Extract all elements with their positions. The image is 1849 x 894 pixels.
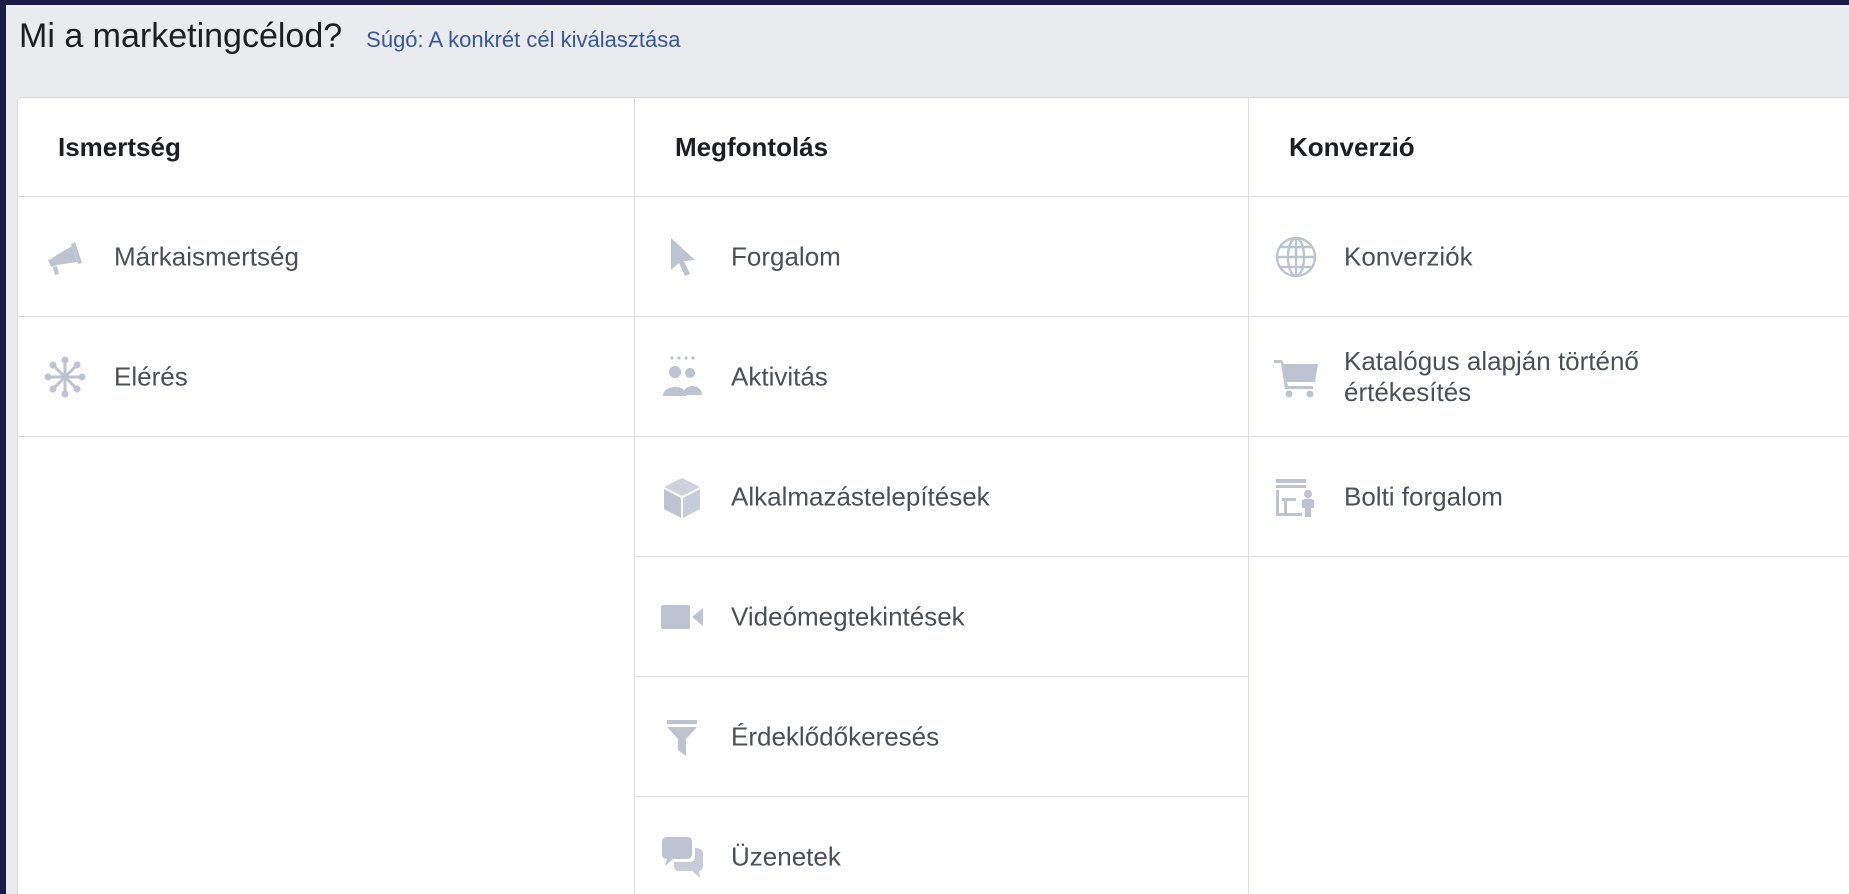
column-conversion: Konverzió Konverziók Katalógus alapján t… xyxy=(1249,98,1849,894)
column-heading-conversion: Konverzió xyxy=(1249,98,1849,197)
objective-label: Elérés xyxy=(114,361,188,391)
objective-messages[interactable]: Üzenetek xyxy=(635,797,1248,894)
objective-traffic[interactable]: Forgalom xyxy=(635,197,1248,317)
objective-label: Bolti forgalom xyxy=(1344,481,1503,511)
objective-label: Aktivitás xyxy=(731,361,828,391)
objective-label: Márkaismertség xyxy=(114,241,299,271)
objective-label: Üzenetek xyxy=(731,841,841,871)
objective-video-views[interactable]: Videómegtekintések xyxy=(635,557,1248,677)
objective-brand-awareness[interactable]: Márkaismertség xyxy=(18,197,634,317)
objective-app-installs[interactable]: Alkalmazástelepítések xyxy=(635,437,1248,557)
objective-catalog-sales[interactable]: Katalógus alapján történő értékesítés xyxy=(1249,317,1849,437)
shopping-cart-icon xyxy=(1273,354,1319,400)
header: Mi a marketingcélod? Súgó: A konkrét cél… xyxy=(19,17,680,63)
funnel-icon xyxy=(659,714,705,760)
column-heading-consideration: Megfontolás xyxy=(635,98,1248,197)
chat-bubbles-icon xyxy=(659,834,705,880)
objective-label: Videómegtekintések xyxy=(731,601,965,631)
people-icon xyxy=(659,354,705,400)
objective-label: Katalógus alapján történő értékesítés xyxy=(1344,345,1639,407)
video-camera-icon xyxy=(659,594,705,640)
box-icon xyxy=(659,474,705,520)
objective-label: Konverziók xyxy=(1344,241,1473,271)
objective-dialog: Mi a marketingcélod? Súgó: A konkrét cél… xyxy=(6,5,1849,894)
page-title: Mi a marketingcélod? xyxy=(19,17,343,55)
column-awareness: Ismertség Márkaismertség Elérés xyxy=(18,98,635,894)
objective-engagement[interactable]: Aktivitás xyxy=(635,317,1248,437)
store-icon xyxy=(1273,474,1319,520)
globe-icon xyxy=(1273,234,1319,280)
help-link[interactable]: Súgó: A konkrét cél kiválasztása xyxy=(366,27,680,53)
column-consideration: Megfontolás Forgalom Aktivitás Alkalmazá… xyxy=(635,98,1249,894)
objective-lead-generation[interactable]: Érdeklődőkeresés xyxy=(635,677,1248,797)
cursor-icon xyxy=(659,234,705,280)
reach-network-icon xyxy=(42,354,88,400)
column-heading-awareness: Ismertség xyxy=(18,98,634,197)
objective-conversions[interactable]: Konverziók xyxy=(1249,197,1849,317)
objective-label: Forgalom xyxy=(731,241,841,271)
objective-store-traffic[interactable]: Bolti forgalom xyxy=(1249,437,1849,557)
objective-panel: Ismertség Márkaismertség Elérés Megfonto… xyxy=(17,97,1849,894)
objective-label: Érdeklődőkeresés xyxy=(731,721,940,751)
megaphone-icon xyxy=(42,234,88,280)
objective-label: Alkalmazástelepítések xyxy=(731,481,990,511)
objective-reach[interactable]: Elérés xyxy=(18,317,634,437)
